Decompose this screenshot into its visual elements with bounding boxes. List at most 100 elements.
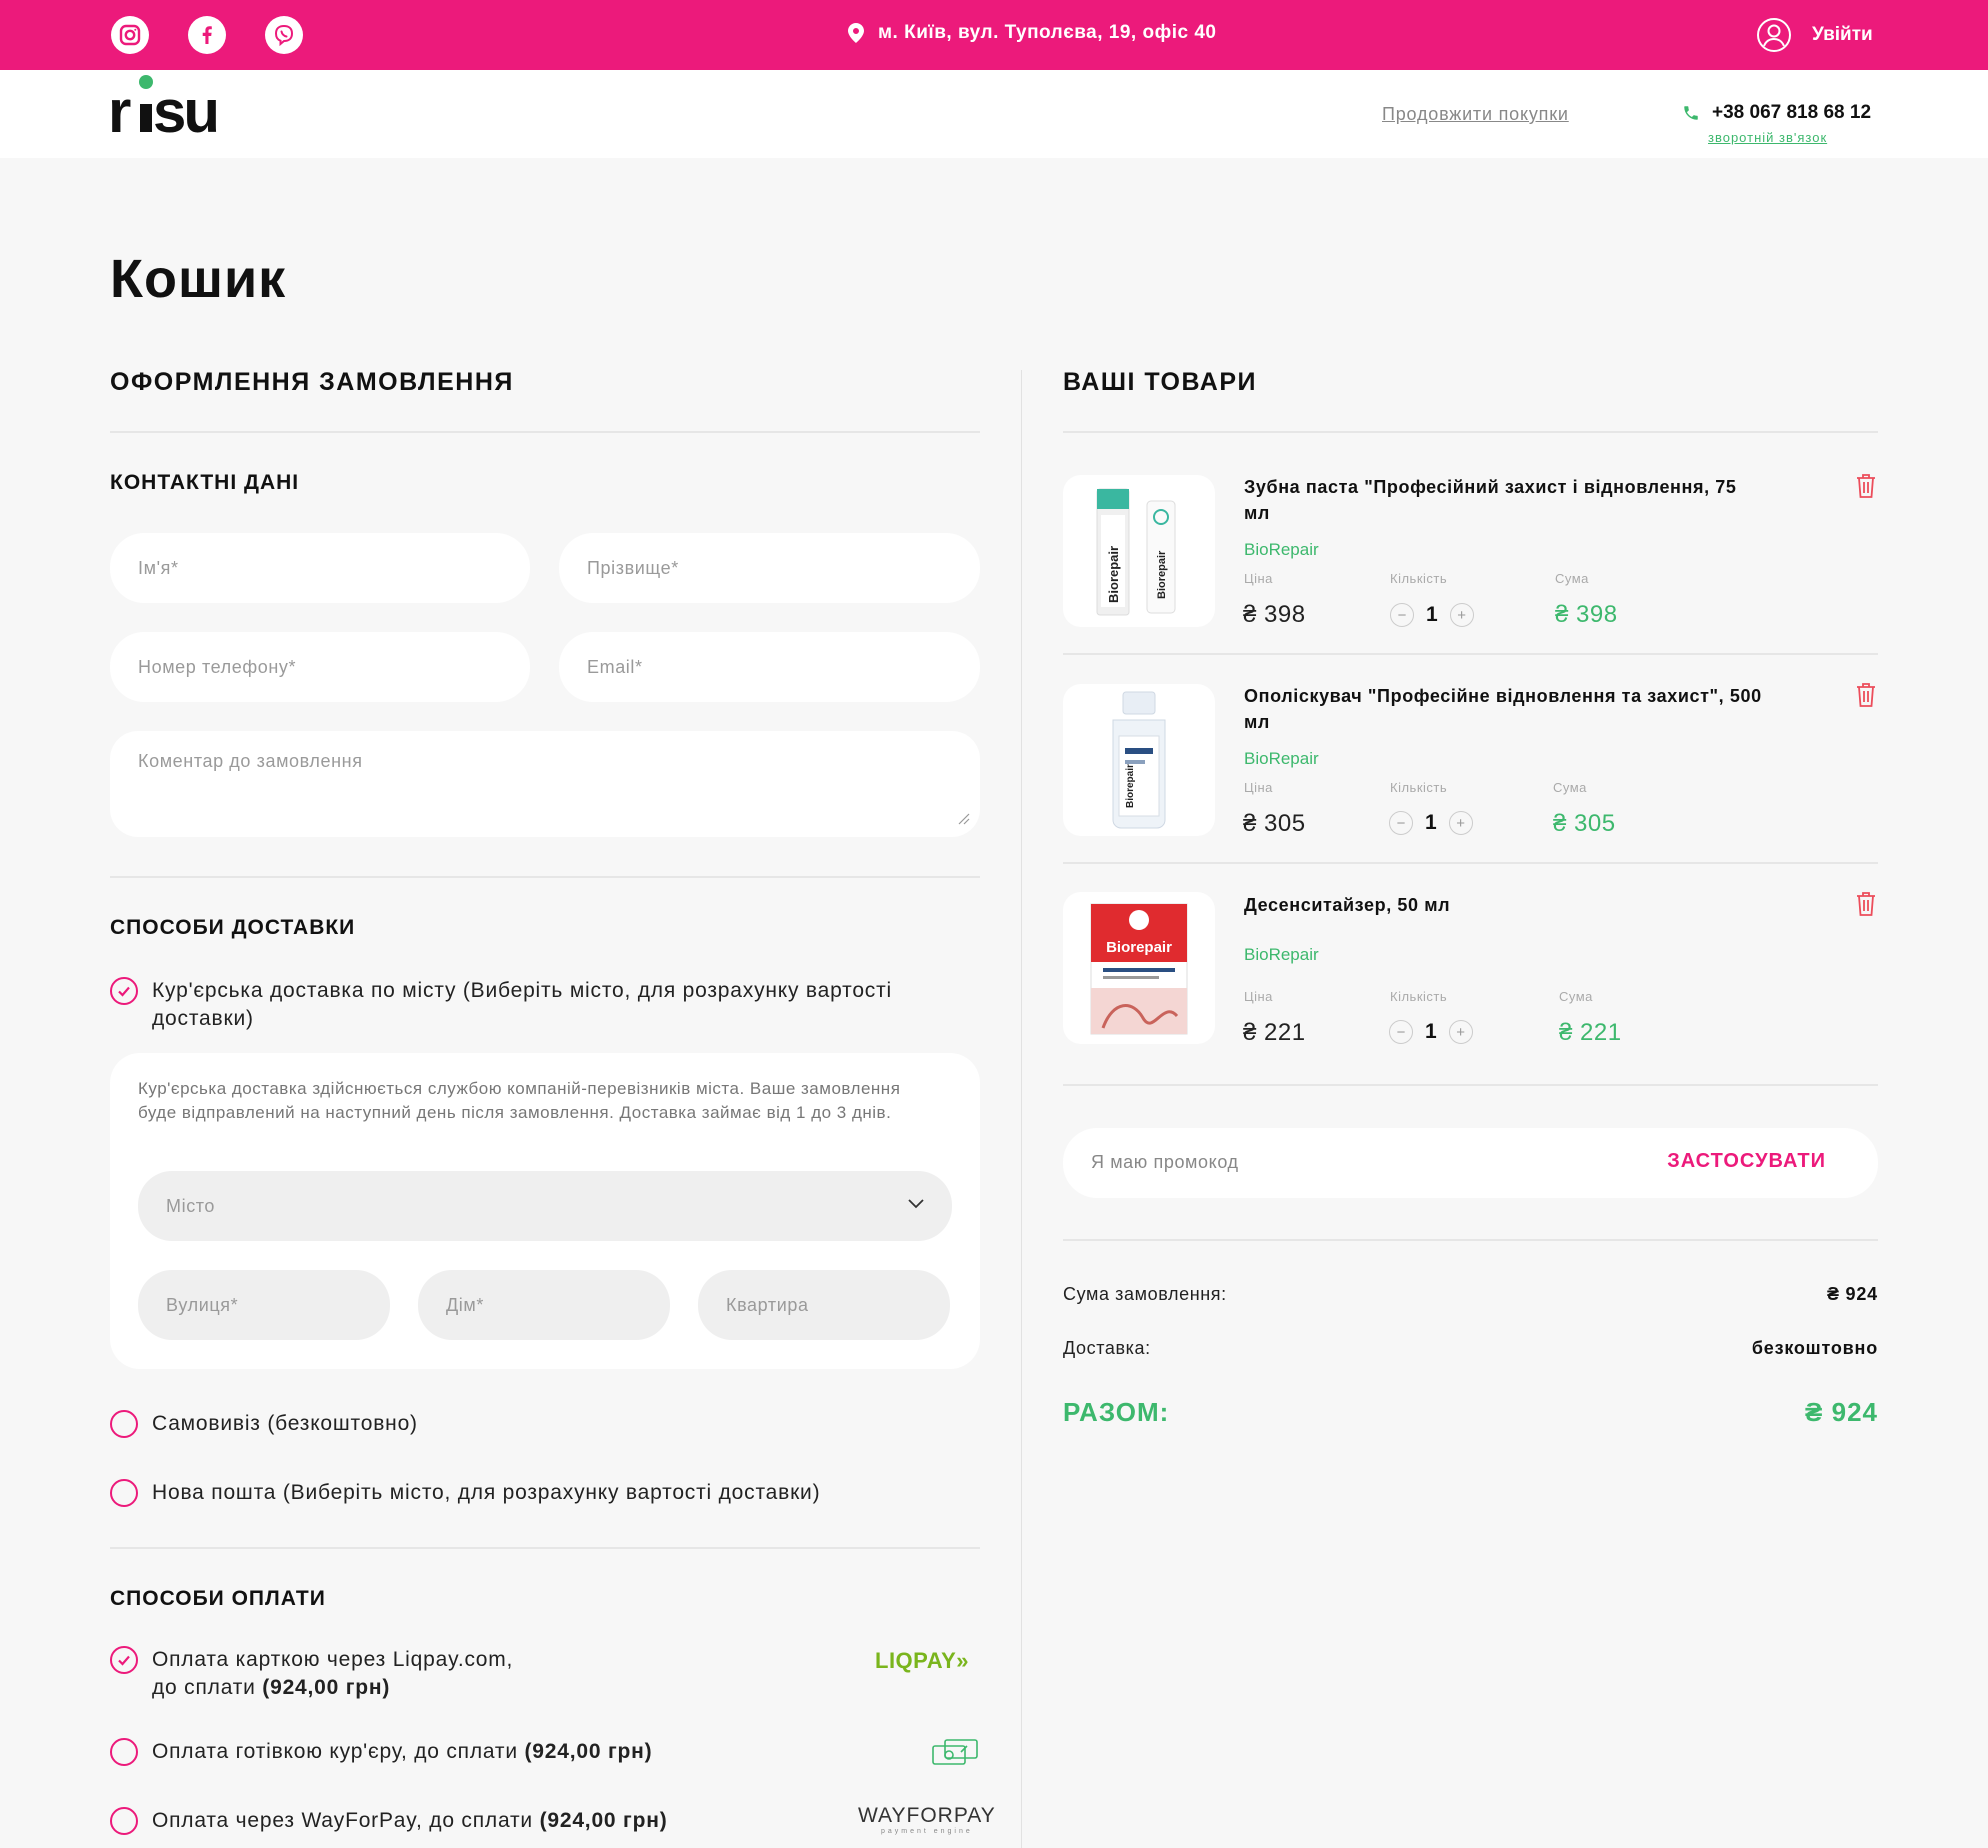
delivery-option-courier[interactable]: Кур'єрська доставка по місту (Виберіть м… — [110, 977, 910, 1033]
quantity-stepper: − 1 + — [1390, 603, 1474, 627]
radio-unchecked-icon[interactable] — [110, 1807, 138, 1835]
delivery-option-label: Кур'єрська доставка по місту (Виберіть м… — [152, 979, 892, 1030]
city-select[interactable]: Місто — [138, 1171, 952, 1241]
radio-unchecked-icon[interactable] — [110, 1738, 138, 1766]
sum-label: Сума — [1553, 780, 1587, 795]
first-name-input[interactable]: Ім'я* — [110, 533, 530, 603]
risu-logo[interactable]: r su — [108, 70, 228, 150]
divider — [110, 1547, 980, 1549]
svg-text:Biorepair: Biorepair — [1156, 550, 1168, 599]
liqpay-logo: LIQPAY» — [875, 1648, 969, 1674]
last-name-input[interactable]: Прізвище* — [559, 533, 980, 603]
top-bar: м. Київ, вул. Туполєва, 19, офіс 40 Увій… — [0, 0, 1988, 70]
sum-label: Сума — [1555, 571, 1589, 586]
minus-button[interactable]: − — [1389, 811, 1413, 835]
radio-checked-icon[interactable] — [110, 1646, 138, 1674]
apply-promo-button[interactable]: ЗАСТОСУВАТИ — [1667, 1150, 1826, 1173]
cash-icon — [932, 1739, 978, 1765]
viber-icon[interactable] — [265, 16, 303, 54]
login-link[interactable]: Увійти — [1756, 17, 1873, 53]
wayforpay-logo-subtext: payment engine — [880, 1828, 973, 1835]
payment-label-line2: до сплати — [152, 1676, 263, 1699]
quantity-value: 1 — [1425, 1020, 1437, 1043]
plus-button[interactable]: + — [1448, 811, 1473, 835]
delivery-option-pickup[interactable]: Самовивіз (безкоштовно) — [110, 1410, 418, 1438]
svg-text:Biorepair: Biorepair — [1106, 546, 1121, 603]
price-label: Ціна — [1244, 989, 1273, 1004]
svg-text:Biorepair: Biorepair — [1106, 939, 1172, 956]
street-input[interactable]: Вулиця* — [138, 1270, 390, 1340]
divider — [1063, 862, 1878, 864]
divider — [1063, 1084, 1878, 1086]
order-sum-value: ₴ 924 — [1826, 1284, 1878, 1304]
divider — [1063, 431, 1878, 433]
radio-unchecked-icon[interactable] — [110, 1479, 138, 1507]
product-image-mouthwash[interactable]: Biorepair — [1063, 684, 1215, 836]
column-divider — [1021, 370, 1022, 1848]
phone-input[interactable]: Номер телефону* — [110, 632, 530, 702]
continue-shopping-link[interactable]: Продовжити покупки — [1382, 104, 1569, 125]
product-image-desensitizer[interactable]: Biorepair — [1063, 892, 1215, 1044]
instagram-icon[interactable] — [111, 16, 149, 54]
wayforpay-logo-text: WAYFORPAY — [858, 1804, 996, 1827]
email-input[interactable]: Email* — [559, 632, 980, 702]
double-chevron-icon: » — [956, 1648, 969, 1673]
callback-link[interactable]: зворотній зв'язок — [1708, 130, 1827, 145]
promo-input[interactable]: Я маю промокод — [1091, 1152, 1239, 1173]
store-address: м. Київ, вул. Туполєва, 19, офіс 40 — [848, 22, 1216, 44]
promo-code-field[interactable]: Я маю промокод ЗАСТОСУВАТИ — [1063, 1128, 1878, 1198]
trash-icon[interactable] — [1855, 473, 1877, 499]
payment-amount: (924,00 грн) — [539, 1809, 668, 1832]
svg-text:Biorepair: Biorepair — [1125, 764, 1136, 808]
trash-icon[interactable] — [1855, 891, 1877, 917]
divider — [1063, 1239, 1878, 1241]
divider — [110, 876, 980, 878]
quantity-stepper: − 1 + — [1389, 811, 1473, 835]
delivery-title: СПОСОБИ ДОСТАВКИ — [110, 916, 356, 939]
plus-button[interactable]: + — [1448, 1020, 1473, 1044]
radio-checked-icon[interactable] — [110, 977, 138, 1005]
minus-button[interactable]: − — [1390, 603, 1414, 627]
apartment-input[interactable]: Квартира — [698, 1270, 950, 1340]
delivery-option-nova-poshta[interactable]: Нова пошта (Виберіть місто, для розрахун… — [110, 1479, 820, 1507]
product-image-toothpaste[interactable]: Biorepair Biorepair — [1063, 475, 1215, 627]
product-sum: ₴ 221 — [1559, 1019, 1622, 1046]
divider — [1063, 653, 1878, 655]
city-placeholder: Місто — [166, 1195, 216, 1216]
delivery-row: Доставка: безкоштовно — [1063, 1338, 1878, 1359]
payment-option-wayforpay[interactable]: Оплата через WayForPay, до сплати (924,0… — [110, 1807, 668, 1835]
payment-option-label: Оплата готівкою кур'єру, до сплати (924,… — [152, 1738, 652, 1766]
product-brand[interactable]: BioRepair — [1244, 945, 1319, 965]
cart-title: ВАШІ ТОВАРИ — [1063, 368, 1257, 396]
product-brand[interactable]: BioRepair — [1244, 540, 1319, 560]
resize-handle-icon[interactable] — [956, 811, 970, 825]
product-price: ₴ 221 — [1243, 1019, 1306, 1046]
comment-textarea[interactable]: Коментар до замовлення — [110, 731, 980, 837]
payment-label-line1: Оплата готівкою кур'єру, до сплати — [152, 1740, 525, 1763]
quantity-value: 1 — [1426, 603, 1438, 626]
minus-button[interactable]: − — [1389, 1020, 1413, 1044]
delivery-label: Доставка: — [1063, 1338, 1151, 1358]
plus-button[interactable]: + — [1449, 603, 1474, 627]
svg-text:su: su — [153, 78, 217, 145]
product-name[interactable]: Зубна паста "Професійний захист і віднов… — [1244, 474, 1764, 526]
radio-unchecked-icon[interactable] — [110, 1410, 138, 1438]
payment-label-line1: Оплата карткою через Liqpay.com, — [152, 1648, 514, 1671]
contacts-title: КОНТАКТНІ ДАНІ — [110, 471, 300, 494]
payment-label-line1: Оплата через WayForPay, до сплати — [152, 1809, 540, 1832]
payment-option-liqpay[interactable]: Оплата карткою через Liqpay.com, до спла… — [110, 1646, 710, 1702]
facebook-icon[interactable] — [188, 16, 226, 54]
svg-text:r: r — [108, 78, 131, 145]
trash-icon[interactable] — [1855, 682, 1877, 708]
payment-option-cash[interactable]: Оплата готівкою кур'єру, до сплати (924,… — [110, 1738, 652, 1766]
header-phone[interactable]: +38 067 818 68 12 — [1682, 102, 1871, 124]
qty-label: Кількість — [1390, 989, 1448, 1004]
courier-delivery-panel: Кур'єрська доставка здійснюється службою… — [110, 1053, 980, 1369]
quantity-value: 1 — [1425, 811, 1437, 834]
product-name[interactable]: Ополіскувач "Професійне відновлення та з… — [1244, 683, 1764, 735]
product-brand[interactable]: BioRepair — [1244, 749, 1319, 769]
product-name[interactable]: Десенситайзер, 50 мл — [1244, 892, 1764, 918]
price-label: Ціна — [1244, 571, 1273, 586]
house-input[interactable]: Дім* — [418, 1270, 670, 1340]
order-sum-label: Сума замовлення: — [1063, 1284, 1227, 1304]
